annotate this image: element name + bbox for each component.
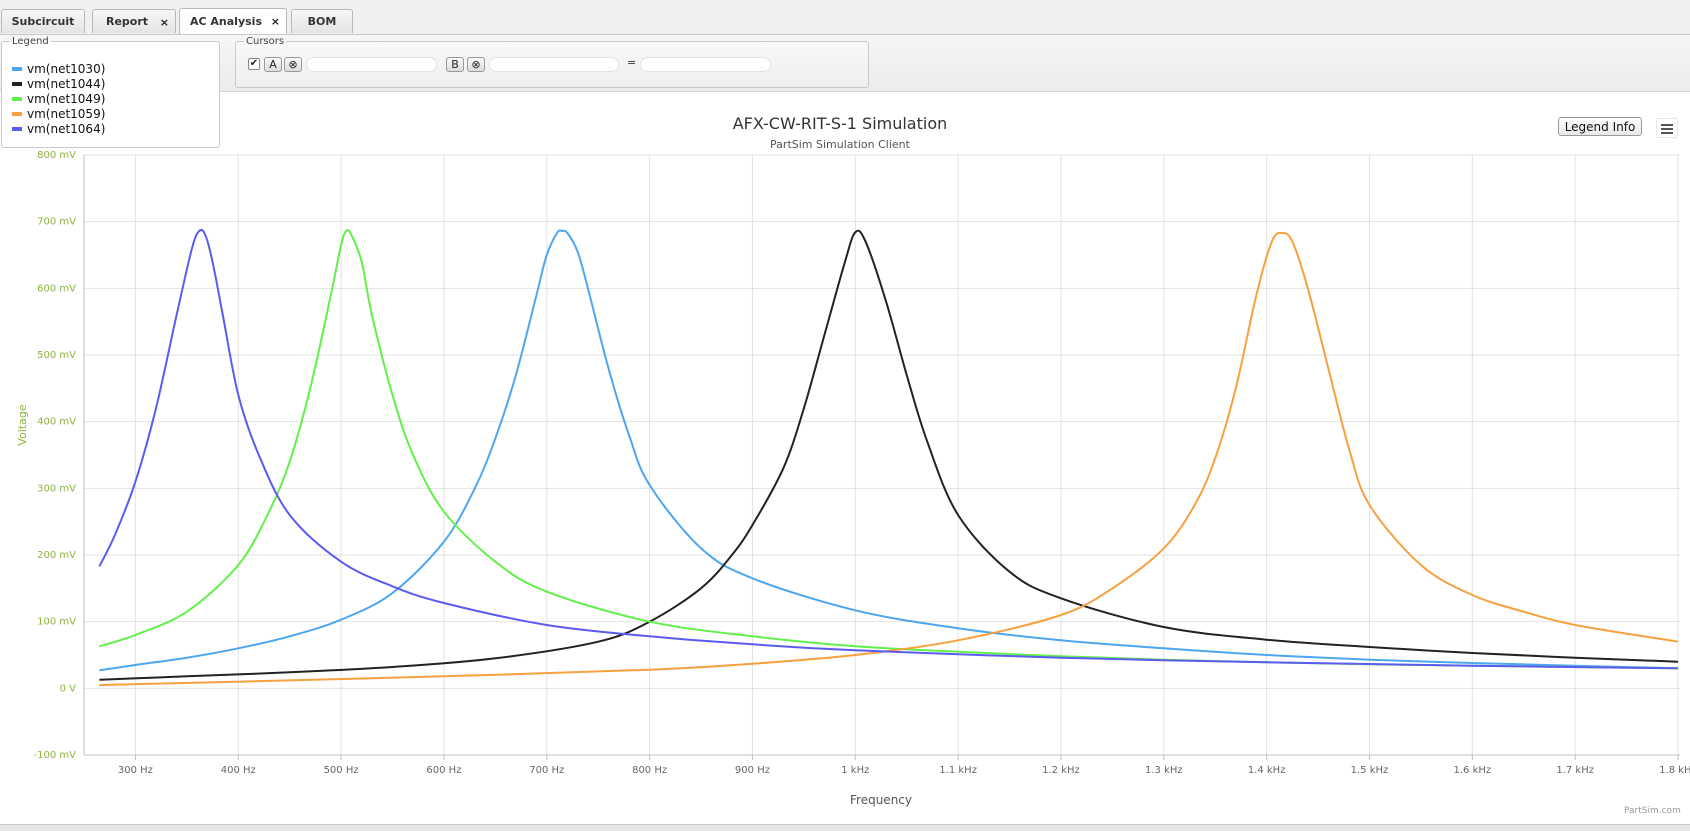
legend-label: vm(net1064) xyxy=(27,121,106,136)
legend-label: vm(net1049) xyxy=(27,91,106,106)
legend-item[interactable]: vm(net1064) xyxy=(12,121,105,136)
ac-analysis-chart: 800 mV 700 mV 600 mV 500 mV 400 mV 300 mV 200 … xyxy=(16,150,1690,807)
legend-title: Legend xyxy=(12,36,49,47)
y-tick-label: 0 V xyxy=(60,683,77,694)
y-tick-label: 200 mV xyxy=(37,550,76,561)
x-tick-label: 1.7 kHz xyxy=(1556,765,1594,776)
series-line-vm-net1030- xyxy=(99,229,1679,672)
x-tick-label: 1.5 kHz xyxy=(1351,765,1389,776)
legend-swatch xyxy=(12,111,22,116)
legend-swatch xyxy=(12,66,22,71)
x-tick-label: 300 Hz xyxy=(118,765,153,776)
credits-link[interactable]: PartSim.com xyxy=(1624,806,1681,816)
x-tick-label: 1.6 kHz xyxy=(1453,765,1491,776)
series-line-vm-net1049- xyxy=(99,229,1679,670)
y-tick-label: 400 mV xyxy=(37,417,76,428)
x-tick-label: 700 Hz xyxy=(529,765,564,776)
x-tick-label: 1.1 kHz xyxy=(939,765,977,776)
y-tick-label: 500 mV xyxy=(37,350,76,361)
x-tick-label: 1.3 kHz xyxy=(1145,765,1183,776)
legend-item[interactable]: vm(net1044) xyxy=(12,76,105,91)
legend-swatch xyxy=(12,126,22,131)
y-axis-title: Voltage xyxy=(16,404,29,445)
legend-item[interactable]: vm(net1030) xyxy=(12,61,105,76)
x-tick-label: 1.4 kHz xyxy=(1248,765,1286,776)
x-tick-label: 800 Hz xyxy=(632,765,667,776)
y-tick-label: 600 mV xyxy=(37,283,76,294)
legend-list: vm(net1030) vm(net1044) vm(net1049) vm(net1… xyxy=(12,61,105,136)
legend-swatch xyxy=(12,96,22,101)
x-tick-label: 1 kHz xyxy=(841,765,869,776)
series-line-vm-net1064- xyxy=(98,228,1679,670)
legend-panel: Legend vm(net1030) vm(net1044) vm(net1049)… xyxy=(1,36,220,148)
x-tick-label: 1.8 kHz xyxy=(1659,765,1690,776)
legend-label: vm(net1044) xyxy=(27,76,106,91)
y-tick-label: 100 mV xyxy=(37,617,76,628)
y-tick-label: -100 mV xyxy=(34,750,77,761)
y-tick-label: 700 mV xyxy=(37,217,76,228)
x-axis-title: Frequency xyxy=(850,793,912,807)
series-line-vm-net1044- xyxy=(99,229,1679,681)
x-tick-label: 1.2 kHz xyxy=(1042,765,1080,776)
y-tick-label: 300 mV xyxy=(37,483,76,494)
y-tick-label: 800 mV xyxy=(37,150,76,161)
legend-item[interactable]: vm(net1059) xyxy=(12,106,105,121)
x-tick-label: 900 Hz xyxy=(735,765,770,776)
legend-swatch xyxy=(12,81,22,86)
legend-label: vm(net1059) xyxy=(27,106,106,121)
legend-label: vm(net1030) xyxy=(27,61,106,76)
legend-item[interactable]: vm(net1049) xyxy=(12,91,105,106)
x-tick-label: 500 Hz xyxy=(324,765,359,776)
x-tick-label: 600 Hz xyxy=(426,765,461,776)
x-tick-label: 400 Hz xyxy=(221,765,256,776)
